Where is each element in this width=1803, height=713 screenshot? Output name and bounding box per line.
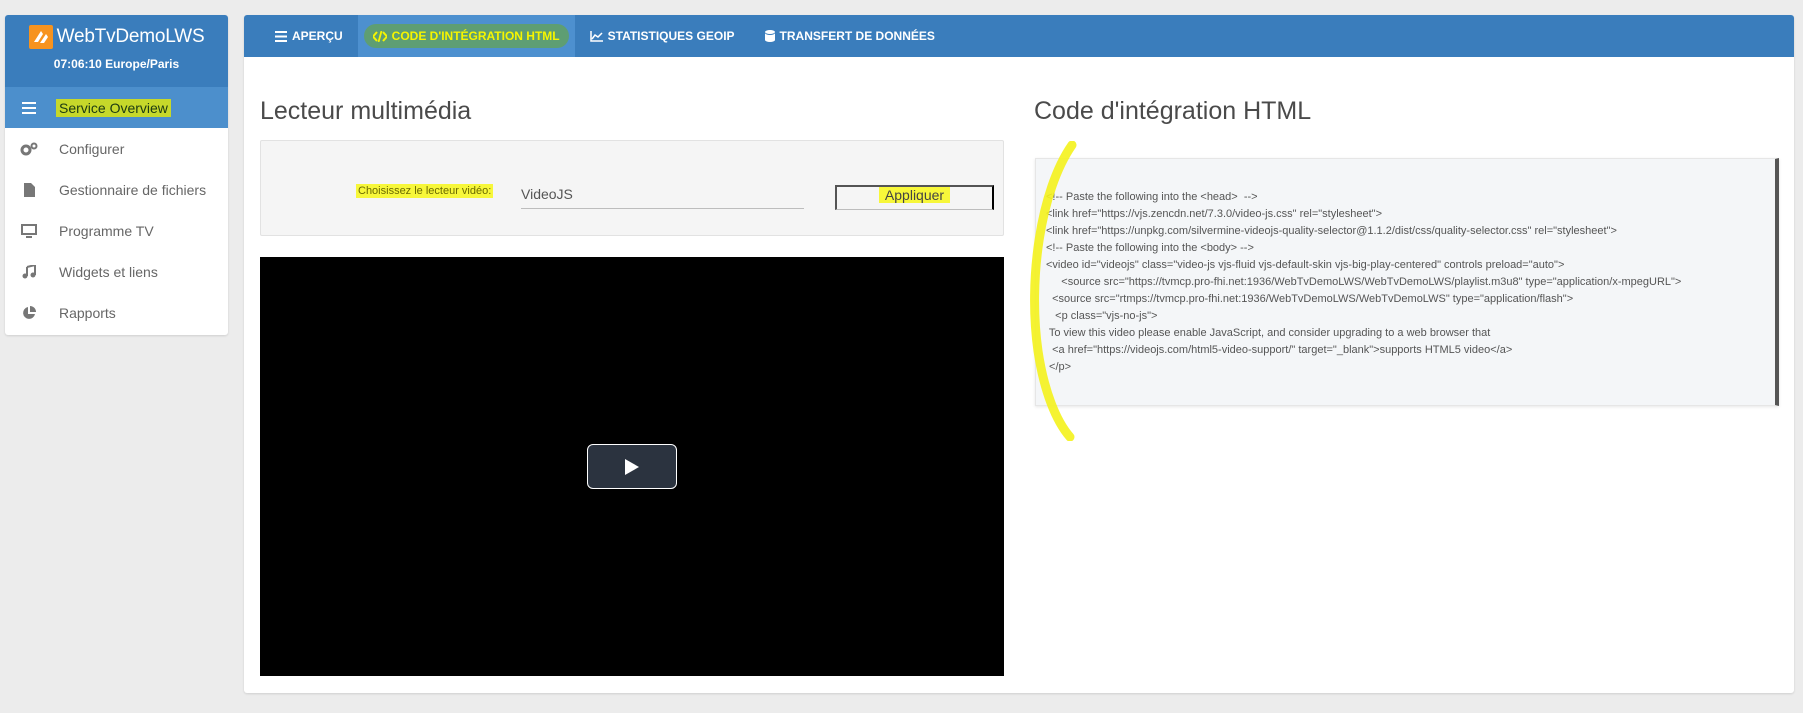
- player-selector-panel: Choisissez le lecteur vidéo: VideoJS App…: [260, 140, 1004, 236]
- embed-section-title: Code d'intégration HTML: [1034, 97, 1312, 125]
- brand-name: WebTvDemoLWS: [56, 26, 205, 47]
- player-section-title: Lecteur multimédia: [260, 97, 472, 125]
- sidebar-item-programme-tv[interactable]: Programme TV: [5, 210, 228, 251]
- sidebar-item-label: Rapports: [59, 304, 116, 321]
- apply-button-label: Appliquer: [878, 187, 951, 203]
- sidebar-item-service-overview[interactable]: Service Overview: [5, 87, 228, 128]
- cogs-icon: [19, 142, 39, 156]
- tab-apercu[interactable]: APERÇU: [260, 15, 358, 57]
- code-line: <link href="https://vjs.zencdn.net/7.3.0…: [1046, 208, 1383, 220]
- sidebar-item-label: Programme TV: [59, 222, 154, 239]
- tab-transfert-donnees[interactable]: TRANSFERT DE DONNÉES: [750, 15, 950, 57]
- apply-button[interactable]: Appliquer: [835, 185, 994, 210]
- database-icon: [764, 30, 775, 42]
- code-line: <!-- Paste the following into the <head>…: [1046, 191, 1258, 203]
- tab-code-integration[interactable]: CODE D'INTÉGRATION HTML: [357, 15, 575, 57]
- sidebar-item-gestionnaire-fichiers[interactable]: Gestionnaire de fichiers: [5, 169, 228, 210]
- monitor-icon: [19, 223, 39, 238]
- main-panel: APERÇU CODE D'INTÉGRATION HTML STATISTIQ…: [244, 15, 1794, 693]
- sidebar-item-label: Gestionnaire de fichiers: [59, 181, 207, 198]
- sidebar-item-widgets-liens[interactable]: Widgets et liens: [5, 251, 228, 292]
- code-line: <a href="https://videojs.com/html5-video…: [1046, 344, 1513, 356]
- tab-label: APERÇU: [292, 29, 343, 43]
- video-player[interactable]: [260, 257, 1004, 676]
- code-line: <!-- Paste the following into the <body>…: [1046, 242, 1254, 254]
- tab-bar: APERÇU CODE D'INTÉGRATION HTML STATISTIQ…: [244, 15, 1794, 57]
- play-button[interactable]: [587, 444, 677, 489]
- code-line: To view this video please enable JavaScr…: [1046, 327, 1491, 339]
- code-line: <p class="vjs-no-js">: [1046, 310, 1158, 322]
- player-select-label: Choisissez le lecteur vidéo:: [356, 184, 494, 198]
- embed-code-box[interactable]: <!-- Paste the following into the <head>…: [1035, 158, 1779, 406]
- play-icon: [625, 458, 639, 475]
- tab-statistiques-geoip[interactable]: STATISTIQUES GEOIP: [575, 15, 750, 57]
- code-line: <video id="videojs" class="video-js vjs-…: [1046, 259, 1565, 271]
- list-icon: [275, 30, 287, 42]
- sidebar: WebTvDemoLWS 07:06:10 Europe/Paris Servi…: [5, 15, 228, 335]
- code-icon: [372, 30, 387, 42]
- music-icon: [19, 264, 39, 279]
- tab-label: CODE D'INTÉGRATION HTML: [391, 29, 560, 43]
- tab-label: TRANSFERT DE DONNÉES: [779, 29, 935, 43]
- sidebar-item-configurer[interactable]: Configurer: [5, 128, 228, 169]
- sidebar-item-rapports[interactable]: Rapports: [5, 292, 228, 333]
- pie-chart-icon: [19, 305, 39, 320]
- bars-icon: [19, 101, 39, 114]
- file-icon: [19, 182, 39, 197]
- code-line: <source src="rtmps://tvmcp.pro-fhi.net:1…: [1046, 293, 1574, 305]
- area-chart-icon: [589, 30, 603, 42]
- player-select[interactable]: VideoJS: [521, 186, 804, 209]
- sidebar-header: WebTvDemoLWS 07:06:10 Europe/Paris: [5, 15, 228, 87]
- tab-label: STATISTIQUES GEOIP: [607, 29, 735, 43]
- code-line: <link href="https://unpkg.com/silvermine…: [1046, 225, 1617, 237]
- sidebar-item-label: Configurer: [59, 140, 125, 157]
- sidebar-item-label: Widgets et liens: [59, 263, 158, 280]
- sidebar-item-label: Service Overview: [56, 98, 171, 117]
- brand[interactable]: WebTvDemoLWS: [5, 25, 228, 49]
- server-clock: 07:06:10 Europe/Paris: [53, 57, 180, 71]
- code-line: </p>: [1046, 361, 1072, 373]
- brand-logo-icon: [28, 25, 53, 49]
- code-line: <source src="https://tvmcp.pro-fhi.net:1…: [1046, 276, 1682, 288]
